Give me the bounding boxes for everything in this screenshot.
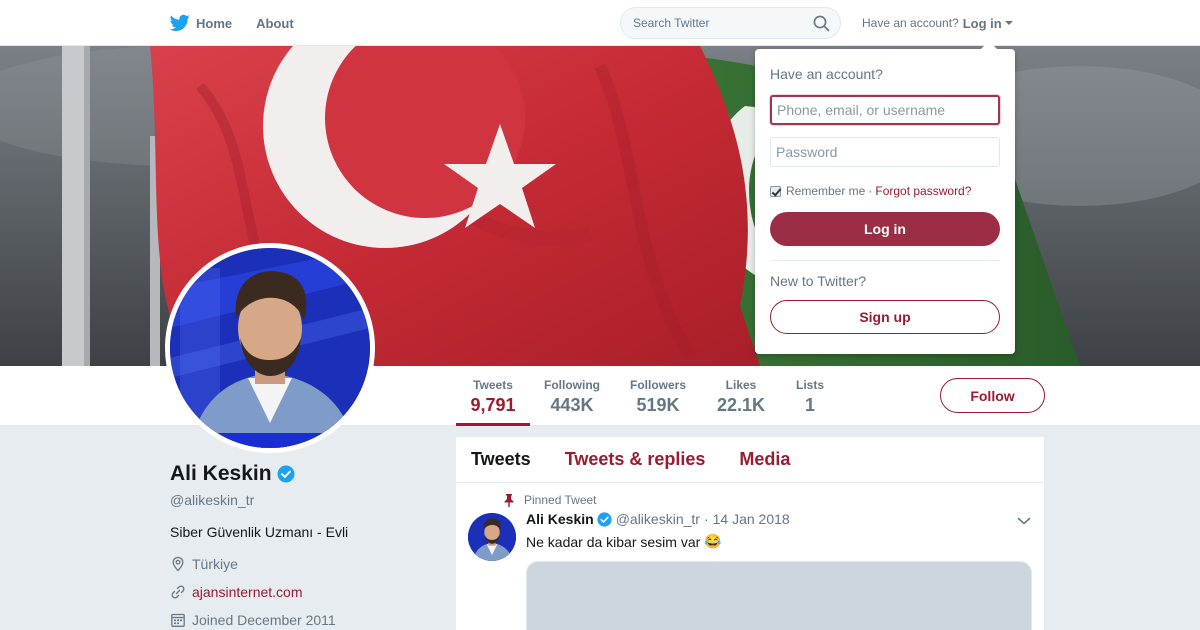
tweet-separator: ·: [703, 511, 709, 527]
tweet-author-name[interactable]: Ali Keskin: [526, 511, 594, 527]
stat-following-value: 443K: [550, 395, 594, 415]
nav-about-label: About: [256, 15, 294, 31]
follow-button[interactable]: Follow: [940, 378, 1045, 413]
nav-home-label: Home: [196, 15, 233, 31]
profile-website-link[interactable]: ajansinternet.com: [192, 584, 303, 600]
tweet-timestamp[interactable]: 14 Jan 2018: [713, 511, 790, 527]
remember-me-checkbox[interactable]: [770, 185, 781, 197]
profile-joined-text: Joined December 2011: [192, 612, 336, 628]
remember-separator: ·: [868, 184, 873, 198]
chevron-down-icon[interactable]: [1017, 516, 1031, 526]
search-icon[interactable]: [813, 15, 830, 32]
dropdown-divider: [770, 260, 1000, 261]
profile-name[interactable]: Ali Keskin: [170, 462, 272, 486]
profile-avatar[interactable]: [165, 243, 375, 453]
profile-location: Türkiye: [170, 556, 430, 572]
tab-media[interactable]: Media: [739, 449, 790, 470]
twitter-bird-icon: [170, 14, 190, 32]
login-dropdown: Have an account? Remember me · Forgot pa…: [755, 41, 1015, 354]
login-dropdown-toggle[interactable]: Log in: [963, 16, 1013, 31]
tweet-author-handle[interactable]: @alikeskin_tr: [616, 511, 700, 527]
caret-down-icon: [1004, 21, 1013, 25]
verified-badge-icon: [597, 511, 612, 527]
profile-location-text: Türkiye: [192, 556, 238, 572]
username-input[interactable]: [770, 95, 1000, 125]
pinned-tweet-context: Pinned Tweet: [504, 493, 597, 507]
account-area: Have an account? Log in: [862, 0, 1013, 46]
password-input[interactable]: [770, 137, 1000, 167]
remember-me-label[interactable]: Remember me: [786, 184, 865, 198]
tab-tweets[interactable]: Tweets: [471, 449, 531, 470]
stat-lists[interactable]: Lists 1: [790, 366, 830, 426]
tweet-header: Ali Keskin @alikeskin_tr · 14 Jan 2018: [526, 511, 790, 527]
signup-button[interactable]: Sign up: [770, 300, 1000, 334]
stat-lists-label: Lists: [795, 378, 824, 392]
stat-following-label: Following: [544, 378, 600, 392]
location-pin-icon: [172, 556, 184, 572]
forgot-password-link[interactable]: Forgot password?: [875, 184, 971, 198]
stat-followers-value: 519K: [636, 395, 680, 415]
profile-handle[interactable]: @alikeskin_tr: [170, 492, 430, 508]
search-box: [620, 7, 841, 39]
new-to-twitter-text: New to Twitter?: [770, 273, 867, 289]
tweet-avatar-image: [468, 513, 516, 561]
stat-tweets[interactable]: Tweets 9,791: [456, 366, 530, 426]
nav-about[interactable]: About: [256, 0, 294, 46]
login-dropdown-title: Have an account?: [770, 66, 883, 82]
profile-name-row: Ali Keskin: [170, 462, 430, 486]
stat-following[interactable]: Following 443K: [540, 366, 604, 426]
stat-likes-value: 22.1K: [716, 395, 766, 415]
profile-website: ajansinternet.com: [170, 584, 430, 600]
have-account-text: Have an account?: [862, 16, 959, 30]
stat-tweets-label: Tweets: [473, 378, 513, 392]
stat-likes-label: Likes: [725, 378, 757, 392]
pinned-tweet-label: Pinned Tweet: [524, 493, 597, 507]
tweet-text-body: Ne kadar da kibar sesim var: [526, 533, 701, 550]
verified-badge-icon: [277, 465, 295, 483]
nav-home[interactable]: Home: [170, 0, 232, 46]
timeline-tabs: Tweets Tweets & replies Media: [456, 437, 1044, 483]
timeline: Tweets Tweets & replies Media Pinned Twe…: [456, 437, 1044, 630]
tweet-emoji: 😂: [704, 533, 722, 549]
stat-tweets-value: 9,791: [470, 395, 516, 415]
tweet-text: Ne kadar da kibar sesim var 😂: [526, 533, 722, 550]
login-toggle-label: Log in: [962, 15, 1002, 31]
login-button[interactable]: Log in: [770, 212, 1000, 246]
stat-lists-value: 1: [804, 395, 815, 415]
stat-likes[interactable]: Likes 22.1K: [712, 366, 770, 426]
stat-followers-label: Followers: [629, 378, 686, 392]
search-input[interactable]: [621, 8, 806, 38]
link-icon: [171, 585, 185, 599]
tab-tweets-and-replies[interactable]: Tweets & replies: [565, 449, 706, 470]
profile-card: Ali Keskin @alikeskin_tr Siber Güvenlik …: [170, 462, 430, 628]
top-navigation-bar: Home About Have an account? Log in: [0, 0, 1200, 46]
calendar-icon: [171, 613, 185, 627]
stat-followers[interactable]: Followers 519K: [626, 366, 690, 426]
remember-me-row: Remember me · Forgot password?: [770, 184, 971, 198]
pinned-tweet[interactable]: Pinned Tweet Ali Keskin @alikeskin_tr · …: [456, 484, 1044, 630]
tweet-media[interactable]: [526, 561, 1032, 630]
pin-icon: [504, 493, 514, 507]
nav-left: Home About: [170, 0, 318, 46]
profile-joined: Joined December 2011: [170, 612, 430, 628]
tweet-avatar[interactable]: [468, 513, 516, 561]
avatar-image: [170, 248, 370, 448]
profile-bio: Siber Güvenlik Uzmanı - Evli: [170, 524, 349, 540]
